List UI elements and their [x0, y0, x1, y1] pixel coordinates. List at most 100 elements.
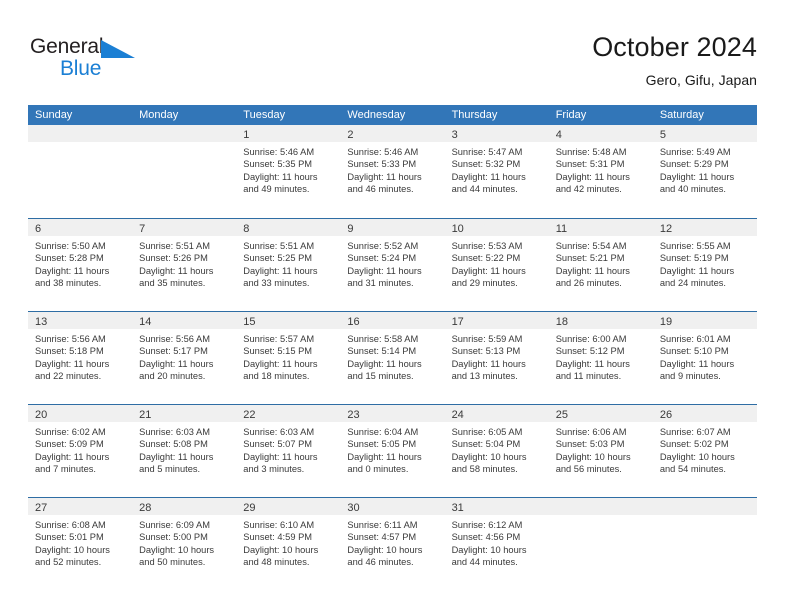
day-sun-info: Sunrise: 5:53 AM Sunset: 5:22 PM Daylight:…: [445, 236, 549, 290]
daylight-duration-line2: and 35 minutes.: [139, 278, 206, 289]
calendar-week-row: 27 Sunrise: 6:08 AM Sunset: 5:01 PM Dayligh…: [28, 497, 757, 590]
day-cell[interactable]: 18 Sunrise: 6:00 AM Sunset: 5:12 PM Dayligh…: [548, 312, 653, 404]
weekday-header-monday: Monday: [139, 109, 179, 121]
sunrise-time: Sunrise: 5:48 AM: [555, 147, 627, 157]
day-number: 23: [347, 409, 360, 421]
sunrise-time: Sunrise: 5:51 AM: [139, 241, 210, 251]
day-cell[interactable]: 22 Sunrise: 6:03 AM Sunset: 5:07 PM Dayligh…: [236, 405, 341, 497]
daylight-duration-line1: Daylight: 11 hours: [243, 171, 318, 182]
day-sun-info: Sunrise: 5:54 AM Sunset: 5:21 PM Daylight:…: [549, 236, 653, 290]
day-cell[interactable]: 27 Sunrise: 6:08 AM Sunset: 5:01 PM Dayligh…: [28, 498, 133, 590]
sunset-time: Sunset: 5:17 PM: [139, 346, 208, 357]
day-cell[interactable]: 9 Sunrise: 5:52 AM Sunset: 5:24 PM Daylight…: [340, 219, 445, 311]
day-number-band: 25: [548, 405, 653, 422]
day-cell[interactable]: 25 Sunrise: 6:06 AM Sunset: 5:03 PM Dayligh…: [548, 405, 653, 497]
day-cell[interactable]: 2 Sunrise: 5:46 AM Sunset: 5:33 PM Daylight…: [340, 125, 445, 217]
daylight-duration-line1: Daylight: 11 hours: [139, 265, 214, 276]
day-cell[interactable]: 3 Sunrise: 5:47 AM Sunset: 5:32 PM Daylight…: [444, 125, 549, 217]
daylight-duration-line2: and 44 minutes.: [451, 557, 518, 568]
day-sun-info: Sunrise: 5:49 AM Sunset: 5:29 PM Daylight:…: [653, 142, 757, 196]
day-number-band: 29: [236, 498, 341, 515]
day-cell[interactable]: 13 Sunrise: 5:56 AM Sunset: 5:18 PM Dayligh…: [28, 312, 133, 404]
day-cell[interactable]: 28 Sunrise: 6:09 AM Sunset: 5:00 PM Dayligh…: [132, 498, 237, 590]
sunset-time: Sunset: 5:22 PM: [451, 253, 521, 264]
day-cell[interactable]: 15 Sunrise: 5:57 AM Sunset: 5:15 PM Dayligh…: [236, 312, 341, 404]
day-cell[interactable]: 17 Sunrise: 5:59 AM Sunset: 5:13 PM Dayligh…: [444, 312, 549, 404]
day-sun-info: Sunrise: 5:51 AM Sunset: 5:26 PM Daylight:…: [132, 236, 236, 290]
day-number: 22: [243, 409, 256, 421]
calendar-grid: Sunday Monday Tuesday Wednesday Thursday Frid…: [28, 105, 757, 590]
day-cell[interactable]: 1 Sunrise: 5:46 AM Sunset: 5:35 PM Daylight…: [236, 125, 341, 217]
day-cell[interactable]: 26 Sunrise: 6:07 AM Sunset: 5:02 PM Dayligh…: [652, 405, 757, 497]
day-cell[interactable]: 16 Sunrise: 5:58 AM Sunset: 5:14 PM Dayligh…: [340, 312, 445, 404]
daylight-duration-line1: Daylight: 11 hours: [555, 265, 630, 276]
calendar-page: General Blue October 2024 Gero, Gifu, Ja…: [0, 0, 792, 612]
daylight-duration-line2: and 46 minutes.: [347, 557, 414, 568]
day-cell[interactable]: 31 Sunrise: 6:12 AM Sunset: 4:56 PM Dayligh…: [444, 498, 549, 590]
day-cell[interactable]: 5 Sunrise: 5:49 AM Sunset: 5:29 PM Daylight…: [652, 125, 757, 217]
sunrise-time: Sunrise: 6:07 AM: [659, 427, 731, 437]
day-sun-info: Sunrise: 6:05 AM Sunset: 5:04 PM Daylight:…: [445, 422, 549, 476]
day-cell[interactable]: 8 Sunrise: 5:51 AM Sunset: 5:25 PM Daylight…: [236, 219, 341, 311]
daylight-duration-line2: and 54 minutes.: [659, 464, 726, 475]
day-number-band: 10: [444, 219, 549, 236]
day-cell[interactable]: 30 Sunrise: 6:11 AM Sunset: 4:57 PM Dayligh…: [340, 498, 445, 590]
day-number: 16: [347, 316, 360, 328]
day-cell[interactable]: 12 Sunrise: 5:55 AM Sunset: 5:19 PM Dayligh…: [652, 219, 757, 311]
sunset-time: Sunset: 5:32 PM: [451, 159, 521, 170]
sunset-time: Sunset: 5:19 PM: [659, 253, 729, 264]
daylight-duration-line1: Daylight: 11 hours: [35, 451, 110, 462]
sunset-time: Sunset: 5:26 PM: [139, 253, 208, 264]
day-cell[interactable]: 21 Sunrise: 6:03 AM Sunset: 5:08 PM Dayligh…: [132, 405, 237, 497]
day-number-band: [132, 125, 237, 142]
daylight-duration-line1: Daylight: 10 hours: [659, 451, 735, 462]
sunset-time: Sunset: 4:56 PM: [451, 532, 521, 543]
daylight-duration-line1: Daylight: 11 hours: [139, 451, 214, 462]
daylight-duration-line2: and 33 minutes.: [243, 278, 310, 289]
daylight-duration-line1: Daylight: 11 hours: [35, 358, 110, 369]
sunrise-time: Sunrise: 5:47 AM: [451, 147, 523, 157]
daylight-duration-line1: Daylight: 10 hours: [451, 544, 527, 555]
day-cell[interactable]: 4 Sunrise: 5:48 AM Sunset: 5:31 PM Daylight…: [548, 125, 653, 217]
day-sun-info: Sunrise: 6:03 AM Sunset: 5:07 PM Daylight:…: [236, 422, 340, 476]
sunrise-time: Sunrise: 6:05 AM: [451, 427, 523, 437]
day-cell[interactable]: 10 Sunrise: 5:53 AM Sunset: 5:22 PM Dayligh…: [444, 219, 549, 311]
day-cell[interactable]: 11 Sunrise: 5:54 AM Sunset: 5:21 PM Dayligh…: [548, 219, 653, 311]
day-cell[interactable]: 7 Sunrise: 5:51 AM Sunset: 5:26 PM Daylight…: [132, 219, 237, 311]
day-number-band: 2: [340, 125, 445, 142]
daylight-duration-line1: Daylight: 10 hours: [555, 451, 631, 462]
day-number-band: 27: [28, 498, 133, 515]
day-cell[interactable]: 20 Sunrise: 6:02 AM Sunset: 5:09 PM Dayligh…: [28, 405, 133, 497]
sunset-time: Sunset: 5:15 PM: [243, 346, 313, 357]
daylight-duration-line1: Daylight: 11 hours: [659, 265, 735, 276]
sunrise-time: Sunrise: 5:52 AM: [347, 241, 419, 251]
weekday-header-tuesday: Tuesday: [243, 109, 286, 121]
day-cell[interactable]: 19 Sunrise: 6:01 AM Sunset: 5:10 PM Dayligh…: [652, 312, 757, 404]
daylight-duration-line1: Daylight: 11 hours: [35, 265, 110, 276]
sunrise-time: Sunrise: 5:59 AM: [451, 334, 523, 344]
day-sun-info: Sunrise: 5:58 AM Sunset: 5:14 PM Daylight:…: [340, 329, 444, 383]
day-number-band: 23: [340, 405, 445, 422]
daylight-duration-line1: Daylight: 11 hours: [451, 358, 526, 369]
sunrise-time: Sunrise: 6:09 AM: [139, 520, 210, 530]
day-number: 8: [243, 223, 250, 235]
day-cell[interactable]: 23 Sunrise: 6:04 AM Sunset: 5:05 PM Dayligh…: [340, 405, 445, 497]
daylight-duration-line2: and 40 minutes.: [659, 184, 726, 195]
day-sun-info: Sunrise: 5:51 AM Sunset: 5:25 PM Daylight:…: [236, 236, 340, 290]
weekday-header-saturday: Saturday: [659, 109, 704, 121]
sunrise-time: Sunrise: 5:56 AM: [35, 334, 106, 344]
day-cell[interactable]: 6 Sunrise: 5:50 AM Sunset: 5:28 PM Daylight…: [28, 219, 133, 311]
page-subtitle: Gero, Gifu, Japan: [645, 72, 757, 88]
day-number: 10: [451, 223, 464, 235]
day-number-band: 7: [132, 219, 237, 236]
day-cell-empty: [652, 498, 757, 590]
daylight-duration-line1: Daylight: 11 hours: [347, 265, 422, 276]
day-number-band: 26: [652, 405, 757, 422]
day-cell[interactable]: 24 Sunrise: 6:05 AM Sunset: 5:04 PM Dayligh…: [444, 405, 549, 497]
daylight-duration-line2: and 46 minutes.: [347, 184, 414, 195]
sunrise-time: Sunrise: 6:02 AM: [35, 427, 106, 437]
day-cell[interactable]: 14 Sunrise: 5:56 AM Sunset: 5:17 PM Dayligh…: [132, 312, 237, 404]
day-number: 7: [139, 223, 146, 235]
general-blue-logo[interactable]: General Blue: [30, 34, 150, 86]
day-cell[interactable]: 29 Sunrise: 6:10 AM Sunset: 4:59 PM Dayligh…: [236, 498, 341, 590]
